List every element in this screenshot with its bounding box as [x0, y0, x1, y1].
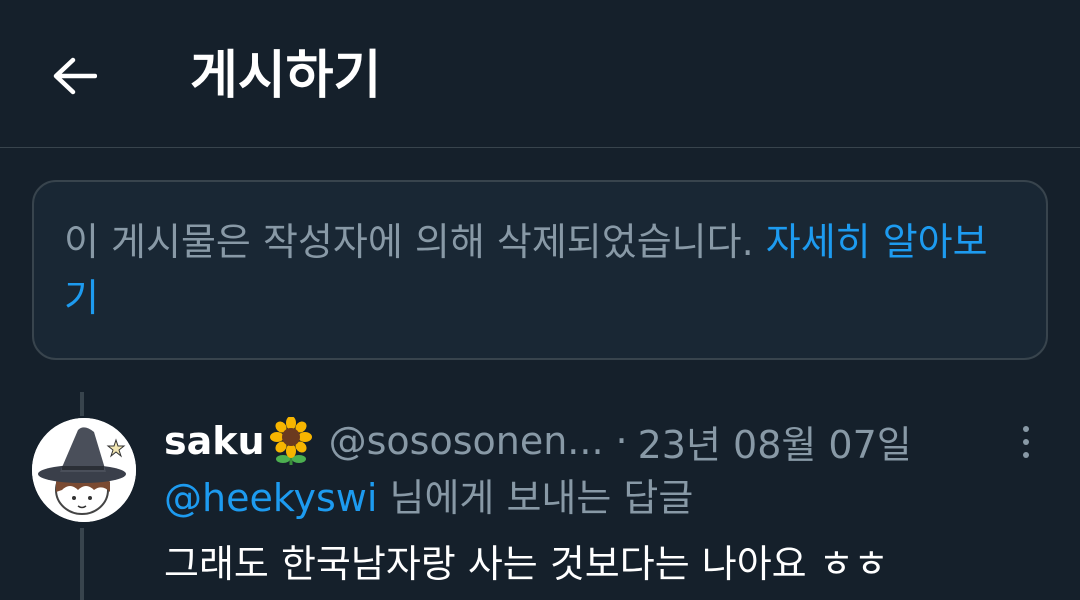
thread-line-bottom — [80, 528, 84, 600]
display-name[interactable]: saku — [164, 419, 265, 463]
post-date[interactable]: 23년 08월 07일 — [638, 414, 912, 469]
page-title: 게시하기 — [190, 46, 382, 106]
separator-dot: · — [615, 419, 628, 463]
arrow-left-icon — [53, 57, 97, 95]
reply-to-line: @heekyswi 님에게 보내는 답글 — [164, 470, 693, 526]
app-screen: 게시하기 이 게시물은 작성자에 의해 삭제되었습니다. 자세히 알아보기 sa… — [0, 0, 1080, 600]
avatar[interactable] — [32, 418, 136, 522]
reply-header: saku @sososonen... · 23년 08월 07일 — [164, 412, 912, 470]
more-vertical-icon-dot — [1023, 452, 1029, 458]
witch-hat-avatar-image — [32, 418, 136, 522]
more-vertical-icon-dot — [1023, 439, 1029, 445]
thread-line-top — [80, 392, 84, 416]
top-bar: 게시하기 — [0, 0, 1080, 148]
notice-text: 이 게시물은 작성자에 의해 삭제되었습니다. — [64, 220, 766, 264]
more-options-button[interactable] — [1006, 418, 1046, 466]
more-vertical-icon — [1023, 426, 1029, 432]
user-handle[interactable]: @sososonen... — [329, 419, 604, 463]
sunflower-icon — [267, 417, 315, 465]
reply-text: 그래도 한국남자랑 사는 것보다는 나아요 ㅎㅎ — [164, 542, 889, 586]
back-button[interactable] — [40, 44, 108, 108]
reply-to-mention[interactable]: @heekyswi — [164, 476, 377, 520]
reply-to-suffix: 님에게 보내는 답글 — [377, 476, 694, 520]
deleted-post-notice: 이 게시물은 작성자에 의해 삭제되었습니다. 자세히 알아보기 — [32, 180, 1048, 360]
